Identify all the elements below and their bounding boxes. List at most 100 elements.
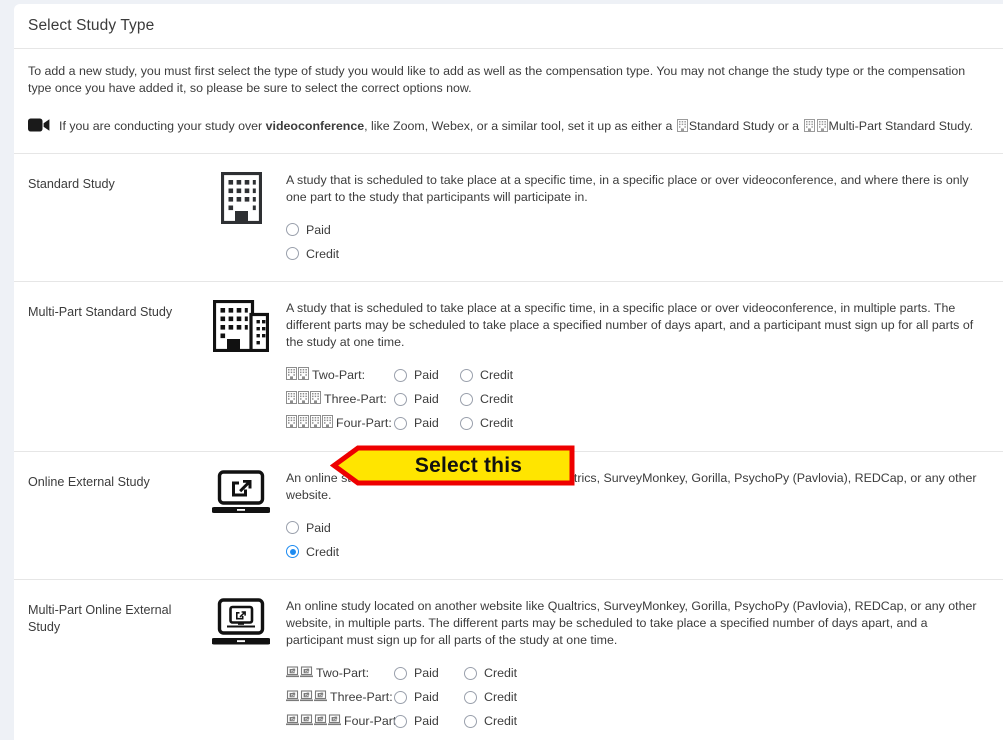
option-two-part-online-external-credit[interactable]: Credit: [464, 666, 534, 680]
option-standard-study-paid[interactable]: Paid: [286, 218, 987, 241]
laptop-external-link-icon: [211, 470, 271, 521]
radio-circle[interactable]: [464, 690, 477, 704]
radio-circle[interactable]: [394, 416, 407, 430]
intro-block: To add a new study, you must first selec…: [14, 49, 1003, 101]
radio-circle[interactable]: [460, 368, 473, 382]
building-glyph-icon: [310, 391, 321, 407]
option-label: Credit: [480, 368, 514, 382]
notice-mid: , like Zoom, Webex, or a similar tool, s…: [364, 119, 676, 133]
building-glyph-icon: [322, 415, 333, 431]
row-description: A study that is scheduled to take place …: [286, 301, 974, 349]
part-label-text: Four-Part:: [344, 714, 400, 728]
laptop-glyph-icon: [300, 665, 313, 681]
laptop-glyph-group: [286, 665, 313, 681]
row-icon-cell: [200, 468, 282, 521]
row-content: An online study located on another websi…: [282, 468, 987, 563]
option-label: Credit: [484, 714, 518, 728]
radio-circle[interactable]: [460, 392, 473, 406]
row-label: Multi-Part Standard Study: [28, 305, 173, 319]
building-glyph-icon: [286, 415, 297, 431]
row-icon-cell: [200, 596, 282, 653]
study-type-card: Select Study Type To add a new study, yo…: [14, 4, 1003, 740]
study-type-row-multipart-standard-study: Multi-Part Standard Study A study that i…: [14, 281, 1003, 451]
laptop-glyph-icon: [300, 689, 313, 705]
radio-circle[interactable]: [286, 247, 299, 260]
study-type-row-multipart-online-external-study: Multi-Part Online External Study An onli…: [14, 579, 1003, 740]
option-three-part-online-external-credit[interactable]: Credit: [464, 690, 534, 704]
study-type-row-standard-study: Standard Study A study that is scheduled…: [14, 153, 1003, 281]
option-label: Credit: [484, 666, 518, 680]
row-content: A study that is scheduled to take place …: [282, 170, 987, 265]
building-glyph-icon: [286, 391, 297, 407]
option-label: Paid: [306, 520, 331, 535]
part-label-cell: Two-Part:: [286, 367, 394, 383]
two-buildings-icon: [212, 299, 270, 357]
row-icon-cell: [200, 298, 282, 357]
row-content: A study that is scheduled to take place …: [282, 298, 987, 435]
option-four-part-online-external-paid[interactable]: Paid: [394, 714, 464, 728]
option-online-external-paid[interactable]: Paid: [286, 516, 987, 539]
radio-circle[interactable]: [460, 416, 473, 430]
radio-circle[interactable]: [394, 714, 407, 728]
radio-circle[interactable]: [286, 521, 299, 534]
multipart-options-table: Two-Part: Paid Credit Three-Part: Paid C…: [286, 363, 987, 435]
part-label-text: Two-Part:: [316, 666, 370, 680]
option-two-part-standard-credit[interactable]: Credit: [460, 368, 526, 382]
option-four-part-online-external-credit[interactable]: Credit: [464, 714, 534, 728]
option-two-part-online-external-paid[interactable]: Paid: [394, 666, 464, 680]
option-two-part-standard-paid[interactable]: Paid: [394, 368, 460, 382]
radio-circle[interactable]: [394, 368, 407, 382]
video-camera-icon: [28, 115, 50, 138]
radio-circle[interactable]: [394, 690, 407, 704]
laptop-glyph-icon: [314, 689, 327, 705]
multipart-row-three-part: Three-Part: Paid Credit: [286, 387, 987, 411]
option-online-external-credit[interactable]: Credit: [286, 540, 987, 563]
building-glyph-icon: [803, 119, 815, 137]
notice-link-multipart-standard-study[interactable]: Multi-Part Standard Study: [829, 119, 970, 133]
notice-link-standard-study[interactable]: Standard Study: [689, 119, 774, 133]
row-label: Multi-Part Online External Study: [28, 603, 172, 634]
building-glyph-icon: [310, 415, 321, 431]
option-label: Credit: [480, 392, 514, 406]
notice-suffix: .: [969, 119, 973, 133]
row-icon-cell: [200, 170, 282, 229]
option-three-part-standard-credit[interactable]: Credit: [460, 392, 526, 406]
option-three-part-online-external-paid[interactable]: Paid: [394, 690, 464, 704]
laptop-glyph-icon: [314, 713, 327, 729]
laptop-glyph-icon: [286, 665, 299, 681]
option-standard-study-credit[interactable]: Credit: [286, 242, 987, 265]
page-root: Select Study Type To add a new study, yo…: [0, 0, 1003, 740]
part-label-text: Three-Part:: [330, 690, 393, 704]
part-label-cell: Two-Part:: [286, 665, 394, 681]
option-four-part-standard-credit[interactable]: Credit: [460, 416, 526, 430]
option-four-part-standard-paid[interactable]: Paid: [394, 416, 460, 430]
building-glyph-icon: [298, 367, 309, 383]
option-label: Paid: [414, 690, 439, 704]
radio-circle[interactable]: [464, 666, 477, 680]
radio-circle-selected[interactable]: [286, 545, 299, 558]
multipart-row-two-part: Two-Part: Paid Credit: [286, 363, 987, 387]
building-glyph-group: [286, 415, 333, 431]
card-header: Select Study Type: [14, 4, 1003, 49]
laptop-glyph-icon: [300, 713, 313, 729]
part-label-text: Four-Part:: [336, 416, 392, 430]
radio-circle[interactable]: [464, 714, 477, 728]
radio-circle[interactable]: [394, 666, 407, 680]
laptop-glyph-icon: [286, 713, 299, 729]
option-label: Credit: [484, 690, 518, 704]
option-label: Paid: [414, 392, 439, 406]
option-three-part-standard-paid[interactable]: Paid: [394, 392, 460, 406]
radio-circle[interactable]: [394, 392, 407, 406]
row-description: A study that is scheduled to take place …: [286, 173, 969, 204]
part-label-cell: Three-Part:: [286, 391, 394, 407]
multipart-row-two-part: Two-Part: Paid Credit: [286, 661, 987, 685]
row-content: An online study located on another websi…: [282, 596, 987, 733]
row-description: An online study located on another websi…: [286, 599, 977, 647]
building-glyph-group: [286, 367, 309, 383]
page-title: Select Study Type: [28, 17, 155, 34]
radio-circle[interactable]: [286, 223, 299, 236]
option-label: Paid: [414, 368, 439, 382]
option-label: Paid: [414, 714, 439, 728]
part-label-text: Two-Part:: [312, 368, 366, 382]
compensation-options: Paid Credit: [286, 218, 987, 265]
